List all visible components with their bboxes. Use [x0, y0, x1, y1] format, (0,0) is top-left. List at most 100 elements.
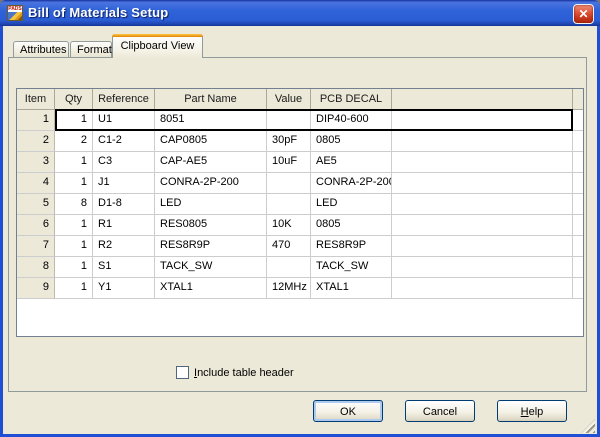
row-data[interactable]: 1R2RES8R9P470RES8R9P	[55, 236, 573, 257]
reference-cell[interactable]: C1-2	[93, 131, 155, 152]
row-gutter	[573, 215, 583, 236]
part-name-cell[interactable]: XTAL1	[155, 278, 267, 299]
part-name-cell[interactable]: CAP-AE5	[155, 152, 267, 173]
value-cell[interactable]: 10K	[267, 215, 311, 236]
qty-cell[interactable]: 1	[55, 257, 93, 278]
value-cell[interactable]	[267, 173, 311, 194]
qty-cell[interactable]: 1	[55, 278, 93, 299]
qty-cell[interactable]: 1	[55, 236, 93, 257]
empty-cell	[392, 215, 573, 236]
table-row: 41J1CONRA-2P-200CONRA-2P-200	[17, 173, 583, 194]
empty-cell	[392, 173, 573, 194]
cancel-button[interactable]: Cancel	[405, 400, 475, 422]
table-row: 91Y1XTAL112MHzXTAL1	[17, 278, 583, 299]
row-gutter	[573, 257, 583, 278]
part-name-cell[interactable]: RES0805	[155, 215, 267, 236]
reference-cell[interactable]: U1	[93, 110, 155, 131]
include-table-header-checkbox[interactable]	[176, 366, 189, 379]
close-icon[interactable]: ✕	[573, 4, 594, 24]
pcb-decal-cell[interactable]: AE5	[311, 152, 392, 173]
row-data[interactable]: 1S1TACK_SWTACK_SW	[55, 257, 573, 278]
value-cell[interactable]: 10uF	[267, 152, 311, 173]
row-number-cell[interactable]: 2	[17, 131, 55, 152]
reference-cell[interactable]: Y1	[93, 278, 155, 299]
row-gutter	[573, 131, 583, 152]
part-name-cell[interactable]: RES8R9P	[155, 236, 267, 257]
value-cell[interactable]: 470	[267, 236, 311, 257]
row-data[interactable]: 1C3CAP-AE510uFAE5	[55, 152, 573, 173]
pcb-decal-cell[interactable]: XTAL1	[311, 278, 392, 299]
part-name-cell[interactable]: CAP0805	[155, 131, 267, 152]
pcb-decal-cell[interactable]: LED	[311, 194, 392, 215]
qty-cell[interactable]: 8	[55, 194, 93, 215]
value-cell[interactable]: 12MHz	[267, 278, 311, 299]
tab-attributes[interactable]: Attributes	[13, 41, 69, 57]
empty-cell	[392, 236, 573, 257]
value-cell[interactable]: 30pF	[267, 131, 311, 152]
reference-cell[interactable]: C3	[93, 152, 155, 173]
pcb-decal-cell[interactable]: CONRA-2P-200	[311, 173, 392, 194]
qty-cell[interactable]: 1	[55, 110, 93, 131]
row-number-cell[interactable]: 1	[17, 110, 55, 131]
pcb-decal-cell[interactable]: 0805	[311, 215, 392, 236]
row-data[interactable]: 2C1-2CAP080530pF0805	[55, 131, 573, 152]
header-gutter	[573, 89, 583, 109]
row-data[interactable]: 8D1-8LEDLED	[55, 194, 573, 215]
reference-cell[interactable]: R2	[93, 236, 155, 257]
table-row: 58D1-8LEDLED	[17, 194, 583, 215]
empty-cell	[392, 152, 573, 173]
part-name-cell[interactable]: LED	[155, 194, 267, 215]
row-number-cell[interactable]: 4	[17, 173, 55, 194]
empty-cell	[392, 194, 573, 215]
tab-format[interactable]: Format	[70, 41, 112, 57]
reference-cell[interactable]: R1	[93, 215, 155, 236]
row-number-cell[interactable]: 6	[17, 215, 55, 236]
row-number-cell[interactable]: 3	[17, 152, 55, 173]
row-number-cell[interactable]: 8	[17, 257, 55, 278]
column-header-item: Item	[17, 89, 55, 109]
table-header-row: Item Qty Reference Part Name Value PCB D…	[17, 89, 583, 110]
qty-cell[interactable]: 1	[55, 152, 93, 173]
row-data[interactable]: 1U18051 DIP40-600	[55, 110, 573, 131]
qty-cell[interactable]: 1	[55, 173, 93, 194]
value-cell[interactable]	[267, 194, 311, 215]
tab-clipboard-view[interactable]: Clipboard View	[112, 34, 203, 58]
part-name-cell[interactable]: CONRA-2P-200	[155, 173, 267, 194]
value-cell[interactable]	[267, 110, 311, 131]
reference-cell[interactable]: D1-8	[93, 194, 155, 215]
value-cell[interactable]	[267, 257, 311, 278]
pcb-decal-cell[interactable]: 0805	[311, 131, 392, 152]
empty-cell	[392, 257, 573, 278]
empty-cell	[392, 278, 573, 299]
pads-logo-icon: PADS	[7, 5, 23, 21]
row-data[interactable]: 1R1RES080510K0805	[55, 215, 573, 236]
pcb-decal-cell[interactable]: DIP40-600	[311, 110, 392, 131]
include-table-header-label: Include table header	[194, 367, 294, 379]
table-row: 31C3CAP-AE510uFAE5	[17, 152, 583, 173]
qty-cell[interactable]: 2	[55, 131, 93, 152]
row-number-cell[interactable]: 9	[17, 278, 55, 299]
part-name-cell[interactable]: TACK_SW	[155, 257, 267, 278]
row-gutter	[573, 173, 583, 194]
row-data[interactable]: 1J1CONRA-2P-200CONRA-2P-200	[55, 173, 573, 194]
column-header-reference: Reference	[93, 89, 155, 109]
help-button[interactable]: Help	[497, 400, 567, 422]
pcb-decal-cell[interactable]: RES8R9P	[311, 236, 392, 257]
ok-button[interactable]: OK	[313, 400, 383, 422]
table-row: 71R2RES8R9P470RES8R9P	[17, 236, 583, 257]
part-name-cell[interactable]: 8051	[155, 110, 267, 131]
reference-cell[interactable]: J1	[93, 173, 155, 194]
empty-cell	[392, 131, 573, 152]
window-title: Bill of Materials Setup	[28, 5, 168, 20]
reference-cell[interactable]: S1	[93, 257, 155, 278]
column-header-qty: Qty	[55, 89, 93, 109]
row-number-cell[interactable]: 5	[17, 194, 55, 215]
bom-table: Item Qty Reference Part Name Value PCB D…	[16, 88, 584, 337]
titlebar: PADS Bill of Materials Setup ✕	[0, 0, 600, 26]
column-header-value: Value	[267, 89, 311, 109]
qty-cell[interactable]: 1	[55, 215, 93, 236]
row-number-cell[interactable]: 7	[17, 236, 55, 257]
grid-body: 11U18051DIP40-60022C1-2CAP080530pF080531…	[17, 110, 583, 299]
pcb-decal-cell[interactable]: TACK_SW	[311, 257, 392, 278]
row-data[interactable]: 1Y1XTAL112MHzXTAL1	[55, 278, 573, 299]
